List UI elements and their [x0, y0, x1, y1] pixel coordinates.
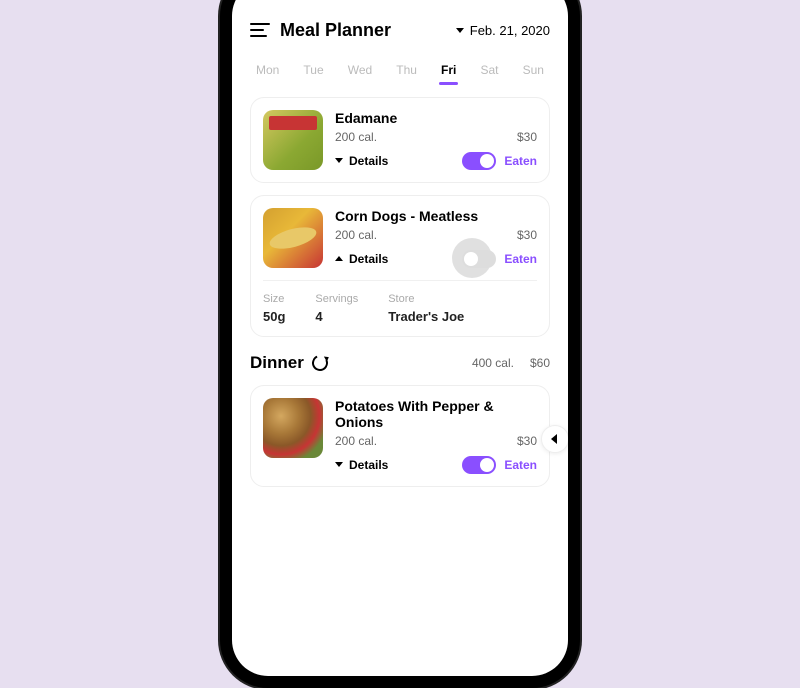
date-picker[interactable]: Feb. 21, 2020	[456, 23, 550, 38]
eaten-label: Eaten	[504, 154, 537, 168]
meal-card: Edamane 200 cal. $30 Details	[250, 97, 550, 183]
eaten-toggle[interactable]	[462, 456, 496, 474]
details-toggle[interactable]: Details	[335, 458, 388, 472]
eaten-toggle[interactable]	[462, 152, 496, 170]
phone-frame: Meal Planner Feb. 21, 2020 Mon Tue Wed T…	[220, 0, 580, 688]
eaten-toggle[interactable]	[462, 250, 496, 268]
app-header: Meal Planner Feb. 21, 2020	[250, 20, 550, 41]
tab-fri[interactable]: Fri	[439, 59, 458, 81]
meal-card: Corn Dogs - Meatless 200 cal. $30 Detail…	[250, 195, 550, 337]
section-calories: 400 cal.	[472, 356, 514, 370]
side-collapse-button[interactable]	[541, 425, 568, 453]
store-label: Store	[388, 293, 464, 305]
app-screen: Meal Planner Feb. 21, 2020 Mon Tue Wed T…	[232, 0, 568, 676]
servings-value: 4	[315, 309, 358, 324]
meal-calories: 200 cal.	[335, 130, 377, 144]
dinner-section-header: Dinner 400 cal. $60	[250, 353, 550, 373]
details-label: Details	[349, 252, 388, 266]
details-toggle[interactable]: Details	[335, 252, 388, 266]
meal-thumbnail	[263, 110, 323, 170]
tab-thu[interactable]: Thu	[394, 59, 419, 81]
tab-sat[interactable]: Sat	[478, 59, 500, 81]
caret-up-icon	[335, 256, 343, 261]
refresh-icon[interactable]	[310, 352, 331, 373]
meal-name: Corn Dogs - Meatless	[335, 208, 537, 224]
menu-icon[interactable]	[250, 23, 270, 37]
eaten-label: Eaten	[504, 252, 537, 266]
weekday-tabs: Mon Tue Wed Thu Fri Sat Sun	[250, 59, 550, 81]
details-label: Details	[349, 154, 388, 168]
size-value: 50g	[263, 309, 285, 324]
meal-name: Potatoes With Pepper & Onions	[335, 398, 537, 430]
caret-down-icon	[335, 462, 343, 467]
meal-calories: 200 cal.	[335, 228, 377, 242]
meal-price: $30	[517, 130, 537, 144]
caret-down-icon	[335, 158, 343, 163]
section-price: $60	[530, 356, 550, 370]
tab-wed[interactable]: Wed	[346, 59, 374, 81]
size-label: Size	[263, 293, 285, 305]
meal-details-panel: Size 50g Servings 4 Store Trader's Joe	[263, 280, 537, 324]
meal-thumbnail	[263, 208, 323, 268]
meal-name: Edamane	[335, 110, 537, 126]
section-title: Dinner	[250, 353, 304, 373]
details-label: Details	[349, 458, 388, 472]
meal-price: $30	[517, 228, 537, 242]
chevron-left-icon	[551, 434, 557, 444]
meal-price: $30	[517, 434, 537, 448]
current-date: Feb. 21, 2020	[470, 23, 550, 38]
tab-tue[interactable]: Tue	[301, 59, 325, 81]
page-title: Meal Planner	[280, 20, 391, 41]
meal-calories: 200 cal.	[335, 434, 377, 448]
tab-mon[interactable]: Mon	[254, 59, 281, 81]
meal-thumbnail	[263, 398, 323, 458]
details-toggle[interactable]: Details	[335, 154, 388, 168]
eaten-label: Eaten	[504, 458, 537, 472]
servings-label: Servings	[315, 293, 358, 305]
caret-down-icon	[456, 28, 464, 33]
tab-sun[interactable]: Sun	[521, 59, 546, 81]
store-value: Trader's Joe	[388, 309, 464, 324]
meal-card: Potatoes With Pepper & Onions 200 cal. $…	[250, 385, 550, 487]
